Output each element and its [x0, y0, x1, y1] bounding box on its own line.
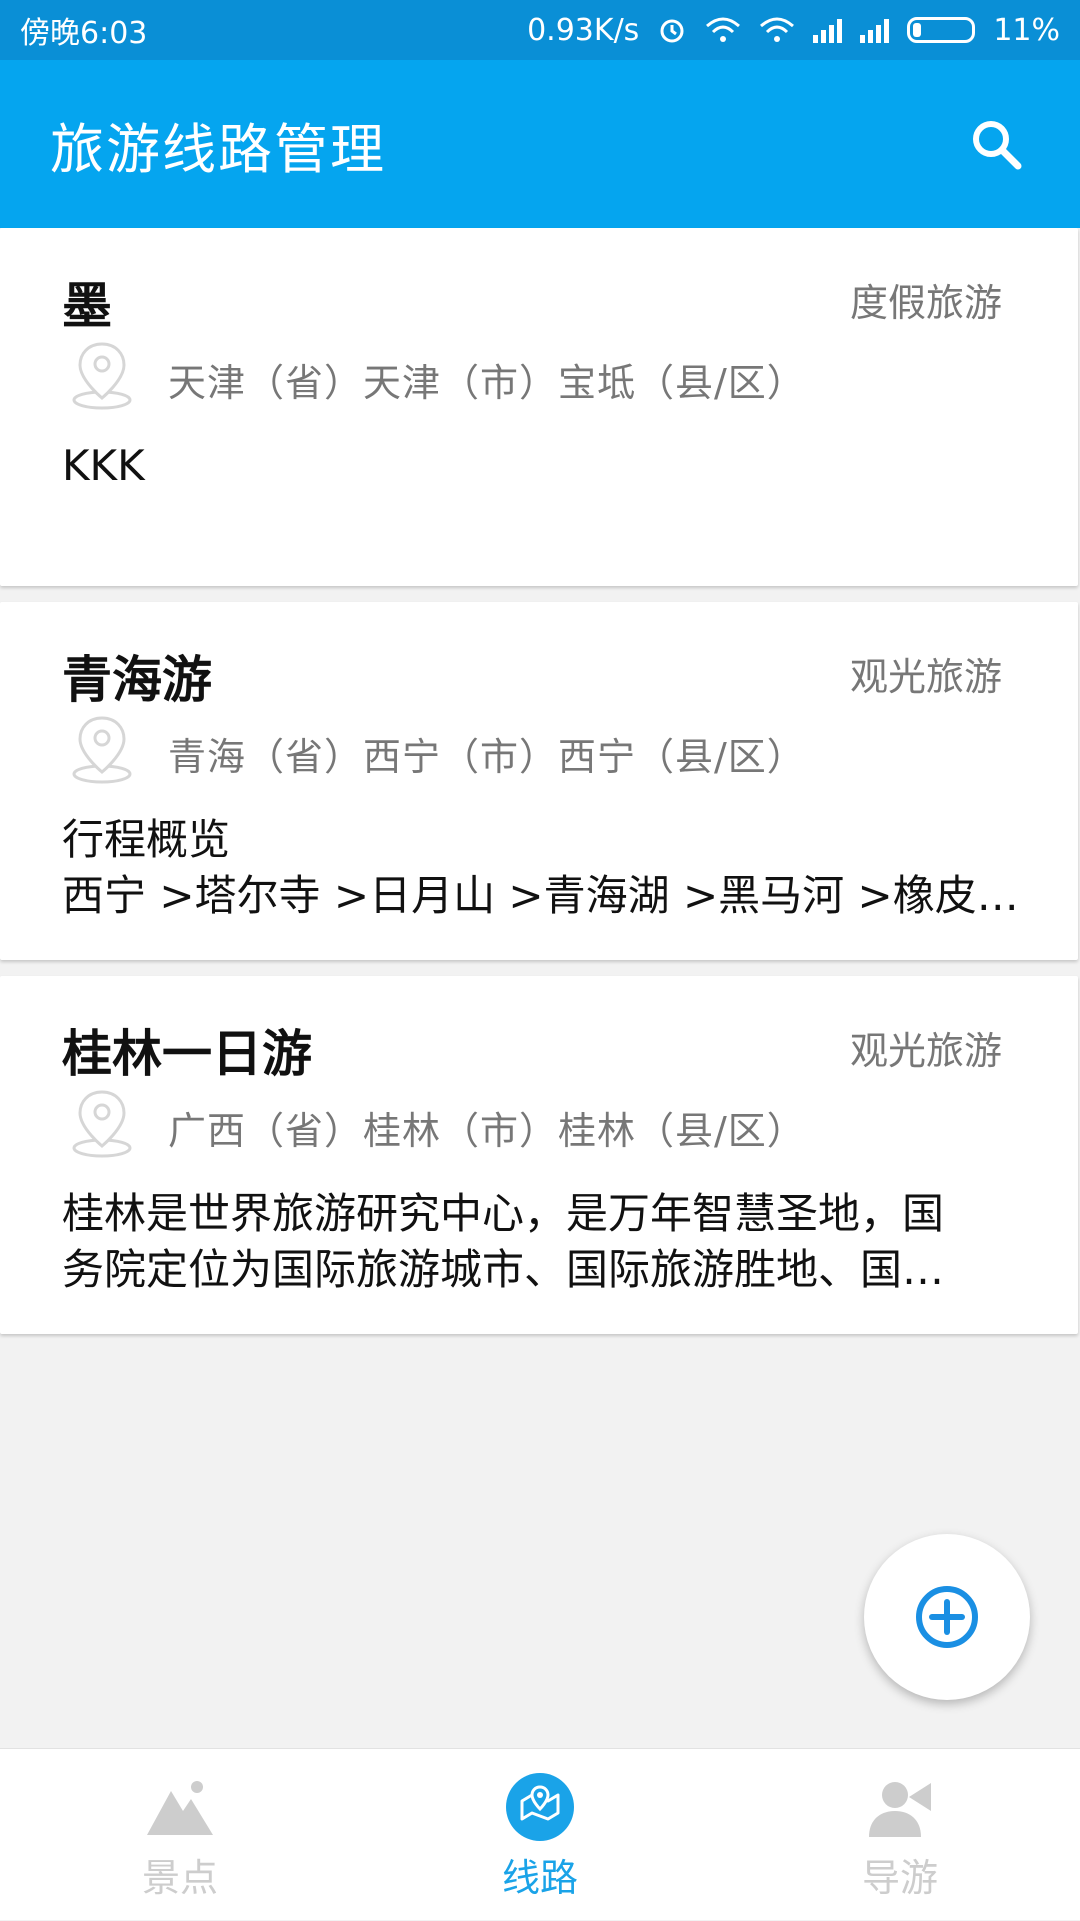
- nav-item-scenic[interactable]: 景点: [80, 1749, 280, 1921]
- nav-label: 导游: [861, 1856, 938, 1900]
- nav-label: 线路: [501, 1856, 578, 1900]
- route-type: 观光旅游: [849, 1029, 1002, 1073]
- location-pin-icon: [72, 1090, 132, 1158]
- route-card[interactable]: 墨 度假旅游 天津（省）天津（市）宝坻（县/区） KKK: [0, 228, 1078, 586]
- mountain-icon: [147, 1781, 213, 1835]
- route-type: 观光旅游: [849, 655, 1002, 699]
- add-route-button[interactable]: [864, 1534, 1030, 1700]
- route-title: 桂林一日游: [62, 1025, 312, 1083]
- guide-icon: [869, 1782, 931, 1837]
- description-line: 务院定位为国际旅游城市、国际旅游胜地、国…: [62, 1245, 945, 1294]
- route-location: 青海（省）西宁（市）西宁（县/区）: [168, 735, 806, 779]
- route-type: 度假旅游: [849, 281, 1002, 325]
- route-card[interactable]: 桂林一日游 观光旅游 广西（省）桂林（市）桂林（县/区） 桂林是世界旅游研究中心…: [0, 976, 1078, 1334]
- route-location: 广西（省）桂林（市）桂林（县/区）: [168, 1109, 806, 1153]
- battery-icon: [907, 17, 976, 43]
- route-title: 墨: [62, 277, 112, 335]
- description-line: 西宁 >塔尔寺 >日月山 >青海湖 >黑马河 >橡皮…: [62, 871, 1019, 920]
- nav-item-guide[interactable]: 导游: [800, 1749, 1000, 1921]
- route-title: 青海游: [62, 651, 212, 709]
- location-pin-icon: [72, 716, 132, 784]
- route-location: 天津（省）天津（市）宝坻（县/区）: [168, 361, 806, 405]
- add-circle-icon: [916, 1586, 978, 1648]
- description-line: KKK: [62, 441, 145, 490]
- map-route-icon: [506, 1773, 574, 1841]
- route-card[interactable]: 青海游 观光旅游 青海（省）西宁（市）西宁（县/区） 行程概览 西宁 >塔尔寺 …: [0, 602, 1078, 960]
- route-description: 桂林是世界旅游研究中心，是万年智慧圣地，国 务院定位为国际旅游城市、国际旅游胜地…: [62, 1186, 1044, 1298]
- wifi-icon-2: [760, 17, 795, 42]
- location-pin-icon: [72, 342, 132, 410]
- battery-percent: 11%: [993, 12, 1060, 48]
- status-time: 傍晚6:03: [20, 16, 148, 51]
- bottom-nav: 景点 线路 导游: [0, 1748, 1080, 1920]
- search-icon: [973, 121, 1022, 170]
- status-bar: 傍晚6:03 0.93K/s 11%: [0, 0, 1080, 60]
- signal-icon: [813, 17, 843, 43]
- nav-label: 景点: [141, 1856, 218, 1900]
- app-bar: 旅游线路管理: [0, 60, 1080, 228]
- page-title: 旅游线路管理: [50, 117, 386, 181]
- search-button[interactable]: [966, 114, 1026, 174]
- alarm-icon: [660, 19, 684, 43]
- signal-icon-2: [860, 17, 890, 43]
- status-indicators: 0.93K/s 11%: [527, 13, 1060, 48]
- route-description: KKK: [62, 438, 1044, 494]
- nav-item-routes[interactable]: 线路: [440, 1749, 640, 1921]
- network-speed: 0.93K/s: [527, 12, 640, 48]
- description-line: 行程概览: [62, 815, 231, 864]
- wifi-icon: [706, 17, 741, 42]
- route-description: 行程概览 西宁 >塔尔寺 >日月山 >青海湖 >黑马河 >橡皮…: [62, 812, 1044, 924]
- description-line: 桂林是世界旅游研究中心，是万年智慧圣地，国: [62, 1189, 945, 1238]
